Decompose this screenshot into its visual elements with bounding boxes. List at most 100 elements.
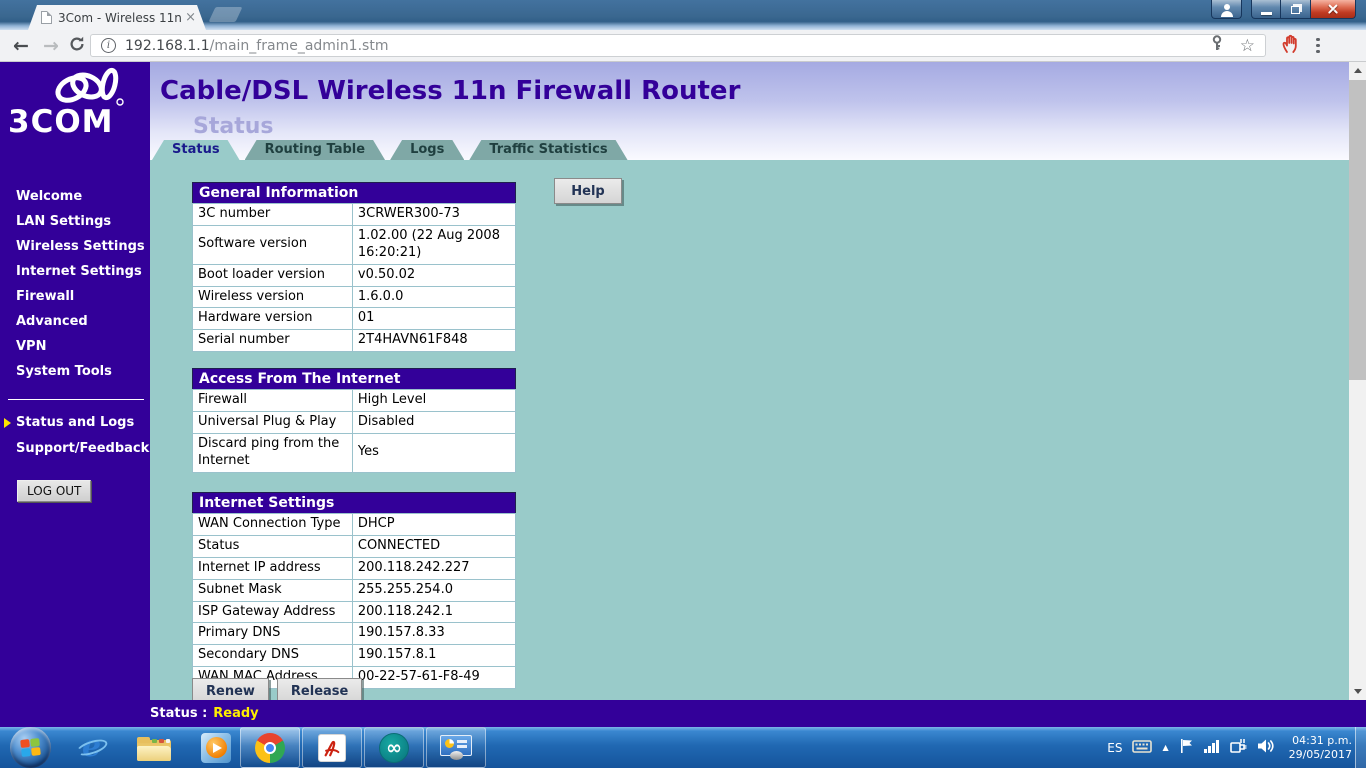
- taskbar-item-acrobat[interactable]: [302, 727, 362, 768]
- tray-expand-icon[interactable]: ▲: [1162, 743, 1168, 752]
- taskbar-item-arduino[interactable]: ∞: [364, 727, 424, 768]
- row-label: ISP Gateway Address: [193, 601, 353, 623]
- table-row: Internet IP address200.118.242.227: [193, 557, 516, 579]
- active-arrow-icon: [4, 418, 11, 428]
- page-title: Cable/DSL Wireless 11n Firewall Router: [160, 76, 740, 106]
- windows-logo-icon: [20, 738, 41, 757]
- bookmark-star-icon[interactable]: ☆: [1240, 36, 1255, 56]
- page-favicon-icon: [41, 11, 52, 24]
- browser-menu-icon[interactable]: [1316, 38, 1320, 54]
- volume-icon[interactable]: [1257, 738, 1275, 758]
- row-value: High Level: [352, 390, 515, 412]
- row-value: v0.50.02: [352, 264, 515, 286]
- new-tab-button[interactable]: [209, 7, 243, 22]
- row-label: Internet IP address: [193, 557, 353, 579]
- browser-titlebar: 3Com - Wireless 11n Fire ×: [0, 0, 1366, 30]
- language-indicator[interactable]: ES: [1107, 741, 1122, 755]
- row-value: 1.02.00 (22 Aug 2008 16:20:21): [352, 225, 515, 264]
- sidebar-item-support-feedback[interactable]: Support/Feedback: [0, 436, 150, 462]
- taskbar-item-explorer[interactable]: [128, 727, 180, 768]
- sidebar-secondary-menu: Status and Logs Support/Feedback: [0, 410, 150, 462]
- renew-button[interactable]: Renew: [192, 678, 269, 700]
- row-value: 3CRWER300-73: [352, 204, 515, 226]
- tab-traffic-statistics[interactable]: Traffic Statistics: [469, 140, 627, 160]
- sidebar-menu-item[interactable]: VPN: [0, 334, 150, 359]
- row-label: Status: [193, 535, 353, 557]
- sidebar-menu-item[interactable]: Advanced: [0, 309, 150, 334]
- logout-button[interactable]: LOG OUT: [17, 480, 91, 502]
- general-information-table: General Information 3C number3CRWER300-7…: [192, 182, 516, 352]
- access-from-internet-table: Access From The Internet FirewallHigh Le…: [192, 368, 516, 473]
- chrome-icon: [255, 733, 285, 763]
- taskbar-item-internet-explorer[interactable]: e: [66, 727, 118, 768]
- tab-close-icon[interactable]: ×: [185, 11, 196, 24]
- row-label: Firewall: [193, 390, 353, 412]
- key-icon[interactable]: [1210, 35, 1224, 56]
- internet-settings-table: Internet Settings WAN Connection TypeDHC…: [192, 492, 516, 689]
- row-label: Discard ping from the Internet: [193, 433, 353, 472]
- start-button[interactable]: [10, 727, 51, 768]
- action-buttons: Renew Release: [192, 678, 362, 700]
- table-row: Discard ping from the InternetYes: [193, 433, 516, 472]
- scroll-up-icon[interactable]: [1349, 62, 1366, 79]
- network-signal-icon[interactable]: [1203, 738, 1220, 757]
- sidebar-menu-item[interactable]: Internet Settings: [0, 259, 150, 284]
- sidebar-menu-item[interactable]: Firewall: [0, 284, 150, 309]
- scroll-down-icon[interactable]: [1349, 683, 1366, 700]
- scrollbar-thumb[interactable]: [1349, 80, 1366, 380]
- acrobat-icon: [318, 734, 346, 762]
- tab-routing-table[interactable]: Routing Table: [245, 140, 386, 160]
- forward-icon[interactable]: →: [36, 35, 66, 57]
- profile-button[interactable]: [1211, 0, 1242, 19]
- row-label: Primary DNS: [193, 623, 353, 645]
- table-row: Boot loader versionv0.50.02: [193, 264, 516, 286]
- row-value: 01: [352, 308, 515, 330]
- back-icon[interactable]: ←: [6, 35, 36, 57]
- taskbar-item-system-config[interactable]: [426, 727, 486, 768]
- help-button[interactable]: Help: [554, 178, 622, 204]
- system-config-icon: [440, 735, 472, 760]
- url-bar[interactable]: i 192.168.1.1/main_frame_admin1.stm ☆: [90, 34, 1266, 57]
- sidebar-divider: [8, 399, 144, 400]
- row-value: 190.157.8.33: [352, 623, 515, 645]
- sidebar-menu-item[interactable]: LAN Settings: [0, 209, 150, 234]
- action-center-flag-icon[interactable]: [1179, 738, 1193, 758]
- row-label: Serial number: [193, 330, 353, 352]
- row-label: Boot loader version: [193, 264, 353, 286]
- row-label: Subnet Mask: [193, 579, 353, 601]
- extension-hand-icon[interactable]: [1280, 33, 1302, 59]
- tab-status[interactable]: Status: [152, 140, 240, 160]
- browser-toolbar: ← → i 192.168.1.1/main_frame_admin1.stm …: [0, 30, 1366, 62]
- row-value: 190.157.8.1: [352, 645, 515, 667]
- taskbar-item-media-player[interactable]: [190, 727, 242, 768]
- system-tray: ES ▲ 04:31 p.m. 29/05/2017: [1107, 727, 1352, 768]
- table-row: Serial number2T4HAVN61F848: [193, 330, 516, 352]
- browser-tab[interactable]: 3Com - Wireless 11n Fire ×: [28, 5, 206, 30]
- sidebar-item-status-and-logs[interactable]: Status and Logs: [0, 410, 150, 436]
- table-row: 3C number3CRWER300-73: [193, 204, 516, 226]
- table-row: WAN Connection TypeDHCP: [193, 514, 516, 536]
- person-icon: [1220, 4, 1234, 17]
- keyboard-icon[interactable]: [1132, 738, 1152, 757]
- sidebar-menu-item[interactable]: Wireless Settings: [0, 234, 150, 259]
- wired-network-plug-icon[interactable]: [1230, 737, 1247, 758]
- info-icon[interactable]: i: [101, 38, 116, 53]
- minimize-icon: [1261, 12, 1272, 15]
- close-icon: [1326, 2, 1340, 16]
- taskbar-item-chrome[interactable]: [240, 727, 300, 768]
- show-desktop-button[interactable]: [1355, 727, 1366, 768]
- minimize-button[interactable]: [1251, 0, 1281, 19]
- window-controls: [1211, 0, 1356, 19]
- tab-logs[interactable]: Logs: [390, 140, 464, 160]
- table-header: General Information: [192, 182, 516, 203]
- sidebar-menu-item[interactable]: Welcome: [0, 184, 150, 209]
- page-scrollbar[interactable]: [1349, 62, 1366, 700]
- page-subtitle: Status: [193, 114, 273, 139]
- release-button[interactable]: Release: [277, 678, 362, 700]
- reload-icon[interactable]: [68, 35, 86, 57]
- table-row: Primary DNS190.157.8.33: [193, 623, 516, 645]
- close-button[interactable]: [1311, 0, 1356, 19]
- sidebar-menu-item[interactable]: System Tools: [0, 359, 150, 384]
- restore-button[interactable]: [1281, 0, 1311, 19]
- taskbar-clock[interactable]: 04:31 p.m. 29/05/2017: [1289, 734, 1352, 762]
